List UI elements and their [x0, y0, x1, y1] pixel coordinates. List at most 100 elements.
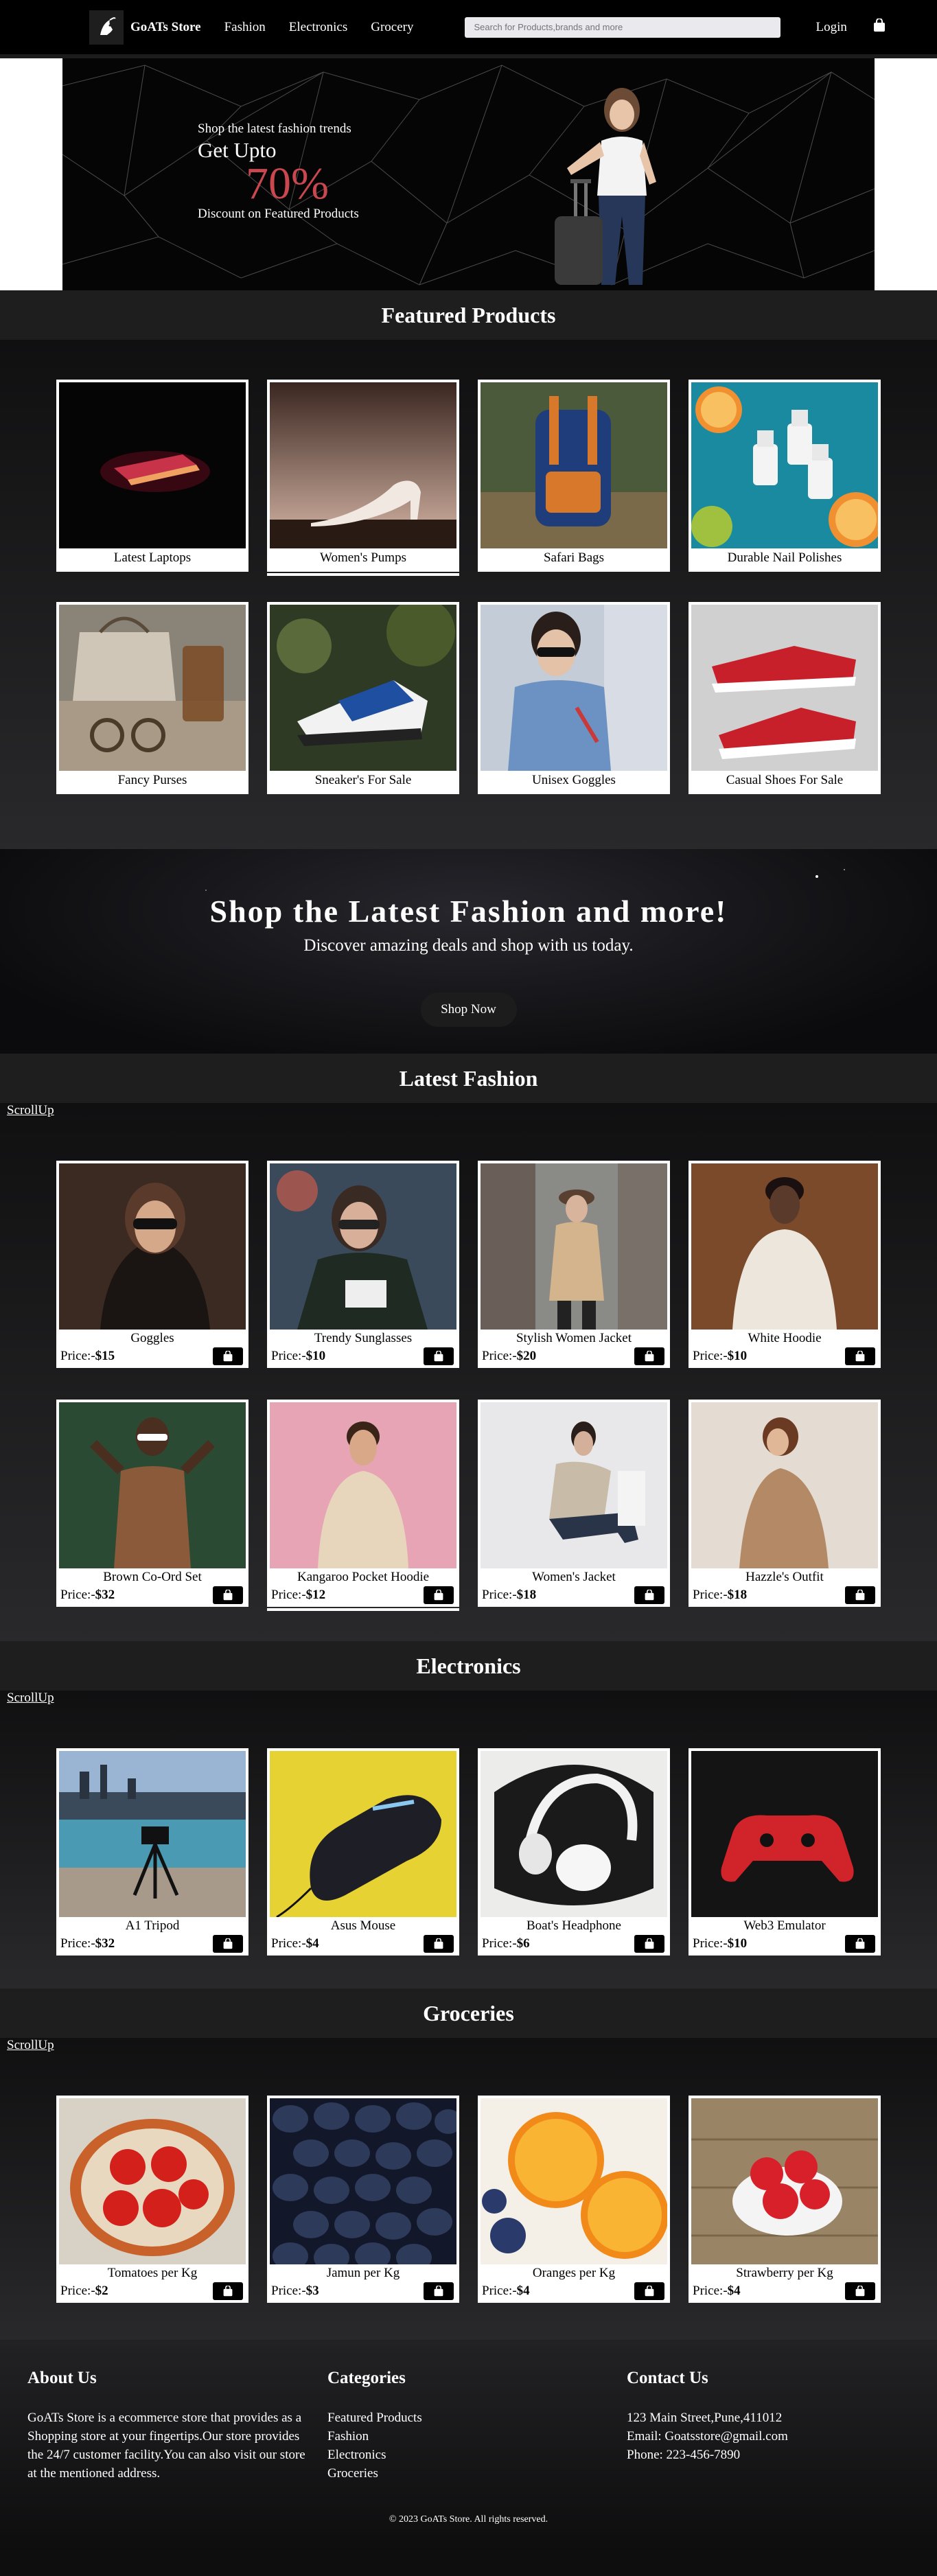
add-to-cart-button[interactable]: [845, 1347, 875, 1365]
price-text: Price:-$12: [271, 1588, 326, 1602]
add-to-cart-button[interactable]: [424, 1347, 454, 1365]
price-text: Price:-$18: [482, 1588, 537, 1602]
add-to-cart-button[interactable]: [634, 2282, 664, 2300]
price-row: Price:-$2: [59, 2282, 246, 2300]
price-row: Price:-$4: [691, 2282, 878, 2300]
footer-category-link[interactable]: Fashion: [327, 2427, 422, 2446]
add-to-cart-button[interactable]: [213, 1347, 243, 1365]
footer-about-title: About Us: [27, 2369, 97, 2387]
add-to-cart-button[interactable]: [424, 1586, 454, 1604]
footer-about: About Us GoATs Store is a ecommerce stor…: [27, 2369, 316, 2483]
product-name: Fancy Purses: [117, 773, 187, 787]
nav-link-grocery[interactable]: Grocery: [371, 20, 413, 35]
sunglasses-image: [270, 1163, 456, 1330]
price-value: $15: [95, 1349, 115, 1363]
promo-banner: Shop the Latest Fashion and more! Discov…: [0, 849, 937, 1054]
shop-now-button[interactable]: Shop Now: [420, 993, 517, 1027]
product-card[interactable]: Stylish Women Jacket Price:-$20: [478, 1161, 670, 1368]
product-card[interactable]: White Hoodie Price:-$10: [689, 1161, 881, 1368]
add-to-cart-button[interactable]: [213, 1586, 243, 1604]
product-card[interactable]: Women's Pumps: [267, 380, 459, 576]
sneaker-image: [270, 605, 456, 771]
footer-phone: Phone: 223-456-7890: [627, 2448, 741, 2462]
nav-link-fashion[interactable]: Fashion: [224, 20, 266, 35]
product-name: Strawberry per Kg: [736, 2266, 833, 2280]
scrollup-link[interactable]: ScrollUp: [7, 1103, 54, 1118]
groceries-section-title: Groceries: [0, 1988, 937, 2038]
price-row: Price:-$32: [59, 1586, 246, 1604]
product-card[interactable]: Hazzle's Outfit Price:-$18: [689, 1400, 881, 1607]
product-card[interactable]: Latest Laptops: [56, 380, 248, 572]
shopping-bag-icon: [855, 1938, 865, 1949]
product-card[interactable]: Oranges per Kg Price:-$4: [478, 2096, 670, 2303]
login-link[interactable]: Login: [816, 20, 847, 35]
add-to-cart-button[interactable]: [424, 1935, 454, 1953]
footer-category-link[interactable]: Featured Products: [327, 2409, 422, 2427]
product-card[interactable]: Brown Co-Ord Set Price:-$32: [56, 1400, 248, 1607]
add-to-cart-button[interactable]: [424, 2282, 454, 2300]
product-card[interactable]: Casual Shoes For Sale: [689, 602, 881, 794]
product-card[interactable]: Unisex Goggles: [478, 602, 670, 794]
product-name: Oranges per Kg: [532, 2266, 616, 2280]
promo-title: Shop the Latest Fashion and more!: [209, 894, 728, 929]
add-to-cart-button[interactable]: [634, 1935, 664, 1953]
nav-link-electronics[interactable]: Electronics: [289, 20, 347, 35]
price-value: $4: [727, 2284, 741, 2298]
price-value: $2: [95, 2284, 108, 2298]
product-card[interactable]: Safari Bags: [478, 380, 670, 572]
product-card[interactable]: Tomatoes per Kg Price:-$2: [56, 2096, 248, 2303]
add-to-cart-button[interactable]: [213, 1935, 243, 1953]
footer-category-link[interactable]: Electronics: [327, 2446, 422, 2464]
navbar: GoATs Store Fashion Electronics Grocery …: [0, 0, 937, 58]
price-text: Price:-$4: [693, 2284, 741, 2298]
product-card[interactable]: Goggles Price:-$15: [56, 1161, 248, 1368]
add-to-cart-button[interactable]: [634, 1586, 664, 1604]
product-card[interactable]: Boat's Headphone Price:-$6: [478, 1748, 670, 1956]
pumps-image: [270, 382, 456, 548]
shopping-bag-icon[interactable]: [873, 18, 886, 36]
price-row: Price:-$18: [481, 1586, 667, 1604]
brand-name[interactable]: GoATs Store: [130, 20, 201, 35]
product-name: Asus Mouse: [330, 1918, 396, 1933]
add-to-cart-button[interactable]: [213, 2282, 243, 2300]
price-value: $20: [516, 1349, 537, 1363]
add-to-cart-button[interactable]: [845, 1586, 875, 1604]
footer-category-link[interactable]: Groceries: [327, 2464, 422, 2483]
scrollup-link[interactable]: ScrollUp: [7, 1691, 54, 1706]
price-row: Price:-$4: [270, 1935, 456, 1953]
product-card[interactable]: Jamun per Kg Price:-$3: [267, 2096, 459, 2303]
product-card[interactable]: Trendy Sunglasses Price:-$10: [267, 1161, 459, 1368]
search-input[interactable]: [464, 16, 780, 38]
footer-address: 123 Main Street,Pune,411012: [627, 2411, 783, 2425]
add-to-cart-button[interactable]: [634, 1347, 664, 1365]
footer: About Us GoATs Store is a ecommerce stor…: [0, 2340, 937, 2551]
controller-image: [691, 1751, 878, 1917]
product-card[interactable]: Fancy Purses: [56, 602, 248, 794]
shopping-bag-icon: [223, 1351, 233, 1362]
hero-text: Shop the latest fashion trends Get Upto …: [198, 121, 359, 222]
nail-polish-image: [691, 382, 878, 548]
product-card[interactable]: Asus Mouse Price:-$4: [267, 1748, 459, 1956]
logo[interactable]: [89, 10, 124, 45]
price-row: Price:-$15: [59, 1347, 246, 1365]
product-card[interactable]: A1 Tripod Price:-$32: [56, 1748, 248, 1956]
fashion-section-title: Latest Fashion: [0, 1054, 937, 1103]
coord-set-image: [59, 1402, 246, 1568]
mouse-image: [270, 1751, 456, 1917]
add-to-cart-button[interactable]: [845, 1935, 875, 1953]
price-value: $10: [305, 1349, 326, 1363]
featured-section-title: Featured Products: [0, 290, 937, 340]
product-card[interactable]: Kangaroo Pocket Hoodie Price:-$12: [267, 1400, 459, 1611]
shopping-bag-icon: [645, 1351, 654, 1362]
product-card[interactable]: Durable Nail Polishes: [689, 380, 881, 572]
featured-section: Latest Laptops Women's Pumps Safari Bags: [0, 340, 937, 849]
add-to-cart-button[interactable]: [845, 2282, 875, 2300]
product-card[interactable]: Strawberry per Kg Price:-$4: [689, 2096, 881, 2303]
tripod-image: [59, 1751, 246, 1917]
price-text: Price:-$20: [482, 1349, 537, 1363]
price-row: Price:-$12: [270, 1586, 456, 1604]
scrollup-link[interactable]: ScrollUp: [7, 2038, 54, 2053]
product-card[interactable]: Women's Jacket Price:-$18: [478, 1400, 670, 1607]
product-card[interactable]: Sneaker's For Sale: [267, 602, 459, 794]
product-card[interactable]: Web3 Emulator Price:-$10: [689, 1748, 881, 1956]
